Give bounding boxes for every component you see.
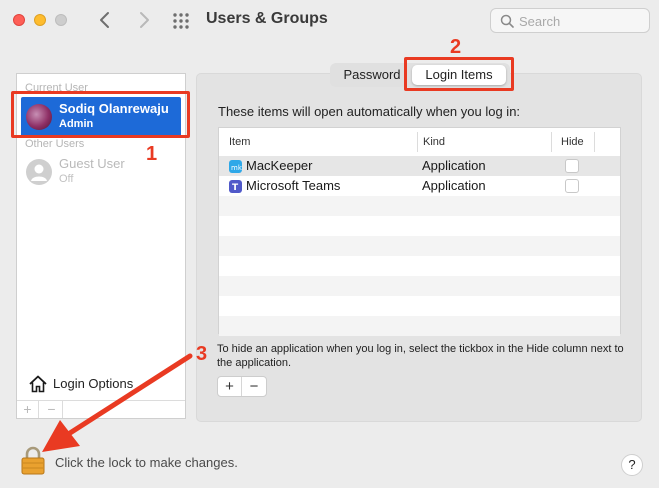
annotation-arrow xyxy=(42,353,193,452)
